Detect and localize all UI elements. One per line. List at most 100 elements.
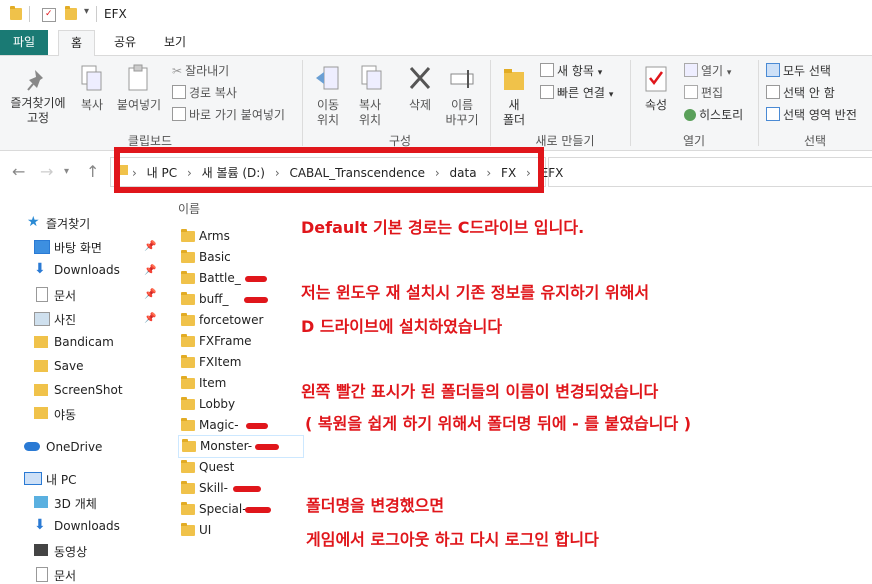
- invert-selection-button[interactable]: 선택 영역 반전: [766, 106, 857, 123]
- paste-button[interactable]: 붙여넣기: [114, 64, 164, 113]
- folder-item[interactable]: Monster-: [178, 435, 304, 458]
- group-label-select: 선택: [803, 134, 827, 148]
- sidebar-item-folder-8[interactable]: 야동: [54, 406, 76, 423]
- folder-name: FXFrame: [199, 334, 252, 348]
- folder-icon: [181, 376, 195, 389]
- annotation-text: ( 복원을 쉽게 하기 위해서 폴더명 뒤에 - 를 붙였습니다 ): [305, 414, 692, 433]
- copy-to-label-2: 위치: [358, 113, 382, 127]
- history-icon: [684, 109, 696, 121]
- new-folder-button[interactable]: 새 폴더: [496, 64, 532, 128]
- easy-access-icon: [540, 85, 554, 99]
- sidebar-item-pictures[interactable]: 사진: [54, 311, 76, 328]
- copy-path-button[interactable]: 경로 복사: [172, 84, 237, 101]
- new-item-button[interactable]: 새 항목 ▾: [540, 62, 602, 79]
- folder-icon: [181, 229, 195, 242]
- sidebar-item-desktop[interactable]: 바탕 화면: [54, 239, 102, 256]
- select-all-button[interactable]: 모두 선택: [766, 62, 831, 79]
- sidebar-item-this-pc[interactable]: 내 PC: [46, 471, 76, 488]
- sidebar-quick-access[interactable]: 즐겨찾기: [46, 215, 90, 232]
- folder-name: Arms: [199, 229, 230, 243]
- new-folder-quick-icon[interactable]: [65, 6, 77, 20]
- download-arrow-icon: ⬇: [34, 517, 46, 533]
- tab-home[interactable]: 홈: [58, 30, 96, 57]
- search-input[interactable]: [548, 157, 872, 187]
- sidebar-item-documents[interactable]: 문서: [54, 287, 76, 304]
- pictures-icon: [34, 312, 50, 326]
- folder-item[interactable]: FXFrame: [178, 331, 302, 352]
- sidebar-item-save[interactable]: Save: [54, 359, 83, 373]
- cloud-icon: [24, 442, 40, 451]
- folder-item[interactable]: Special-: [178, 499, 302, 520]
- history-button[interactable]: 히스토리: [684, 106, 743, 123]
- easy-access-button[interactable]: 빠른 연결 ▾: [540, 84, 613, 101]
- folder-item[interactable]: buff_: [178, 289, 302, 310]
- tab-share[interactable]: 공유: [102, 30, 148, 55]
- folder-item[interactable]: Item: [178, 373, 302, 394]
- folder-item[interactable]: UI: [178, 520, 302, 541]
- cut-button[interactable]: ✂ 잘라내기: [172, 62, 229, 79]
- pin-label-1: 즐겨찾기에: [10, 96, 66, 110]
- tab-view[interactable]: 보기: [152, 30, 198, 55]
- sidebar-item-videos[interactable]: 동영상: [54, 543, 87, 560]
- properties-label: 속성: [644, 98, 668, 112]
- delete-button[interactable]: 삭제: [400, 64, 440, 113]
- folder-name: Skill-: [199, 481, 228, 495]
- copy-button[interactable]: 복사: [76, 64, 108, 113]
- paste-shortcut-button[interactable]: 바로 가기 붙여넣기: [172, 106, 285, 123]
- column-header-name[interactable]: 이름: [178, 200, 200, 217]
- select-none-button[interactable]: 선택 안 함: [766, 84, 835, 101]
- move-to-label-2: 위치: [316, 113, 340, 127]
- ribbon-separator: [490, 60, 491, 146]
- recent-locations-icon[interactable]: ▾: [64, 166, 69, 177]
- folder-item[interactable]: Basic: [178, 247, 302, 268]
- folder-item[interactable]: Skill-: [178, 478, 302, 499]
- folder-item[interactable]: Battle_: [178, 268, 302, 289]
- open-button[interactable]: 열기 ▾: [684, 62, 731, 79]
- ribbon-separator: [302, 60, 303, 146]
- red-marker: [233, 486, 261, 492]
- properties-button[interactable]: 속성: [636, 64, 676, 113]
- folder-item[interactable]: Quest: [178, 457, 302, 478]
- folder-name: Item: [199, 376, 227, 390]
- 3d-objects-icon: [34, 496, 48, 508]
- select-none-label: 선택 안 함: [783, 86, 835, 100]
- copy-icon: [81, 65, 102, 91]
- folder-item[interactable]: Magic-: [178, 415, 302, 436]
- invert-selection-label: 선택 영역 반전: [783, 108, 857, 122]
- up-arrow-icon[interactable]: ↑: [86, 162, 99, 181]
- folder-name: Magic-: [199, 418, 239, 432]
- move-to-button[interactable]: 이동 위치: [308, 64, 348, 128]
- edit-button[interactable]: 편집: [684, 84, 723, 101]
- ribbon-separator: [758, 60, 759, 146]
- back-arrow-icon[interactable]: ←: [12, 162, 25, 181]
- copy-to-button[interactable]: 복사 위치: [350, 64, 390, 128]
- copy-path-icon: [172, 85, 186, 99]
- move-to-label-1: 이동: [316, 98, 340, 112]
- folder-item[interactable]: Lobby: [178, 394, 302, 415]
- sidebar-item-screenshot[interactable]: ScreenShot: [54, 383, 123, 397]
- customize-quick-access-icon[interactable]: ▾: [84, 6, 89, 17]
- properties-quick-icon[interactable]: ✓: [42, 8, 56, 22]
- folder-icon: [182, 439, 196, 452]
- folder-item[interactable]: Arms: [178, 226, 302, 247]
- window-title: EFX: [104, 7, 127, 21]
- sidebar-item-downloads[interactable]: Downloads: [54, 263, 120, 277]
- pin-to-quick-access-button[interactable]: 즐겨찾기에 고정: [4, 68, 72, 126]
- dropdown-arrow-icon: ▾: [597, 68, 603, 78]
- ribbon-tabs: 파일 홈 공유 보기: [0, 30, 872, 57]
- rename-button[interactable]: 이름 바꾸기: [442, 64, 482, 128]
- ribbon-separator: [630, 60, 631, 146]
- folder-item[interactable]: FXItem: [178, 352, 302, 373]
- folder-icon: [181, 418, 195, 431]
- rename-label-2: 바꾸기: [445, 113, 479, 127]
- sidebar-item-onedrive[interactable]: OneDrive: [46, 440, 102, 454]
- forward-arrow-icon[interactable]: →: [40, 162, 53, 181]
- folder-name: UI: [199, 523, 212, 537]
- paste-label: 붙여넣기: [116, 98, 162, 112]
- folder-item[interactable]: forcetower: [178, 310, 302, 331]
- sidebar-item-pc-downloads[interactable]: Downloads: [54, 519, 120, 533]
- folder-name: Basic: [199, 250, 231, 264]
- tab-file[interactable]: 파일: [0, 30, 49, 55]
- sidebar-item-3d-objects[interactable]: 3D 개체: [54, 495, 97, 512]
- sidebar-item-bandicam[interactable]: Bandicam: [54, 335, 114, 349]
